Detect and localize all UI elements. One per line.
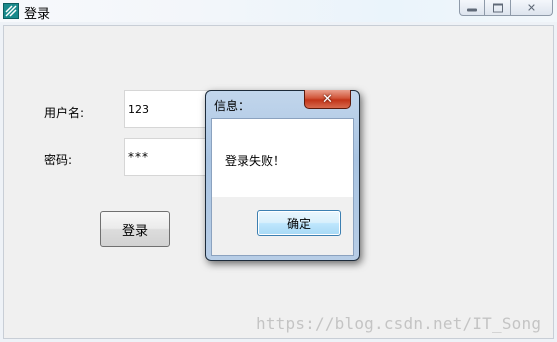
login-button[interactable]: 登录 [100,211,170,247]
message-dialog: 信息： ✕ 登录失败！ 确定 [205,90,360,261]
app-icon [3,3,19,19]
dialog-title: 信息： [214,99,251,113]
username-label: 用户名: [44,106,85,120]
dialog-message: 登录失败！ [225,154,286,168]
window-title: 登录 [24,7,51,22]
dialog-message-area: 登录失败！ [212,119,353,197]
watermark: https://blog.csdn.net/IT_Song [256,314,542,333]
minimize-button[interactable] [459,0,485,16]
close-icon: ✕ [322,91,333,107]
maximize-button[interactable] [485,0,511,16]
ok-button[interactable]: 确定 [257,210,341,236]
maximize-icon [492,3,503,12]
dialog-close-button[interactable]: ✕ [304,90,351,109]
caption-buttons: ✕ [459,0,553,16]
dialog-body: 登录失败！ 确定 [211,118,354,256]
window-titlebar[interactable]: 登录 ✕ [0,0,557,22]
close-icon: ✕ [526,1,537,14]
minimize-icon [467,8,477,11]
window-close-button[interactable]: ✕ [511,0,553,16]
password-label: 密码: [44,153,73,167]
